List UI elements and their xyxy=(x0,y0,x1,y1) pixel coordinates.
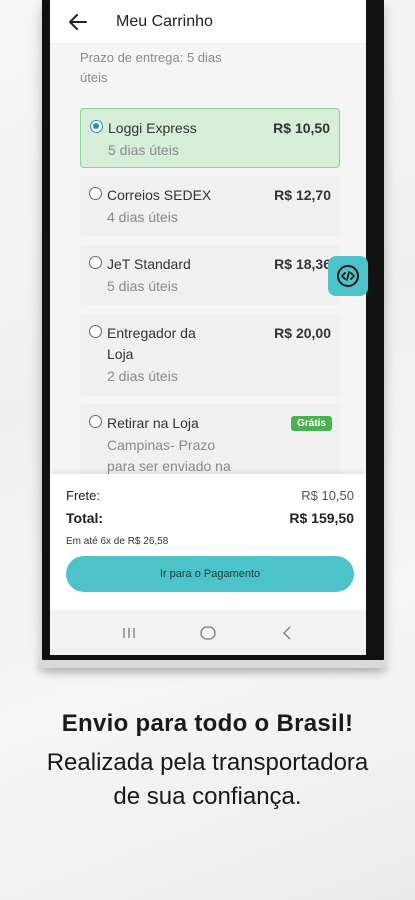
installments-text: Em até 6x de R$ 26,58 xyxy=(66,536,169,547)
option-delivery-time: 2 dias úteis xyxy=(107,368,178,384)
shipping-option-sedex[interactable]: Correios SEDEX 4 dias úteis R$ 12,70 xyxy=(80,176,340,236)
option-price: R$ 12,70 xyxy=(274,187,331,203)
back-arrow-icon[interactable] xyxy=(66,10,90,34)
total-row: Total: R$ 159,50 xyxy=(66,510,354,526)
shipping-option-jet[interactable]: JeT Standard 5 dias úteis R$ 18,36 xyxy=(80,245,340,305)
shipping-label: Frete: xyxy=(66,488,100,503)
android-nav-bar xyxy=(50,610,366,655)
radio-icon[interactable] xyxy=(89,256,102,269)
option-delivery-time: Campinas- Prazo para ser enviado na xyxy=(107,437,231,474)
option-name: Correios SEDEX xyxy=(107,187,212,203)
order-summary: Frete: R$ 10,50 Total: R$ 159,50 Em até … xyxy=(50,474,366,610)
radio-icon[interactable] xyxy=(89,325,102,338)
caption-line-2: de sua confiança. xyxy=(113,783,302,810)
option-price: R$ 10,50 xyxy=(273,120,330,136)
radio-selected-icon[interactable] xyxy=(90,120,103,133)
caption-title: Envio para todo o Brasil! xyxy=(61,710,354,737)
shipping-option-loggi[interactable]: Loggi Express 5 dias úteis R$ 10,50 xyxy=(80,108,340,168)
shipping-value: R$ 10,50 xyxy=(301,488,354,503)
shipping-option-pickup[interactable]: Retirar na Loja Campinas- Prazo para ser… xyxy=(80,404,340,474)
phone-base xyxy=(38,660,386,668)
radio-icon[interactable] xyxy=(89,415,102,428)
option-delivery-time: 5 dias úteis xyxy=(107,278,178,294)
recent-apps-icon[interactable] xyxy=(117,621,141,645)
option-delivery-time: 4 dias úteis xyxy=(107,209,178,225)
shipping-options-list[interactable]: Prazo de entrega: 5 dias úteis Loggi Exp… xyxy=(50,44,366,474)
back-nav-icon[interactable] xyxy=(275,621,299,645)
shipping-cost-row: Frete: R$ 10,50 xyxy=(66,488,354,503)
total-label: Total: xyxy=(66,510,104,526)
delivery-note: Prazo de entrega: 5 dias úteis xyxy=(80,50,222,85)
shipping-option-store-courier[interactable]: Entregador da Loja 2 dias úteis R$ 20,00 xyxy=(80,314,340,396)
radio-icon[interactable] xyxy=(89,187,102,200)
option-price: R$ 18,36 xyxy=(274,256,331,272)
go-to-payment-button[interactable]: Ir para o Pagamento xyxy=(66,556,354,592)
option-price: R$ 20,00 xyxy=(274,325,331,341)
caption-line-1: Realizada pela transportadora xyxy=(46,749,369,776)
option-name: Loggi Express xyxy=(108,120,197,136)
home-icon[interactable] xyxy=(196,621,220,645)
free-badge: Grátis xyxy=(291,416,332,431)
option-name: JeT Standard xyxy=(107,256,191,272)
app-header: Meu Carrinho xyxy=(50,0,366,44)
option-name: Entregador da Loja xyxy=(107,325,196,362)
option-delivery-time: 5 dias úteis xyxy=(108,142,179,158)
code-icon[interactable] xyxy=(328,256,368,296)
total-value: R$ 159,50 xyxy=(289,510,354,526)
app-screen: Meu Carrinho Prazo de entrega: 5 dias út… xyxy=(50,0,366,655)
option-name: Retirar na Loja xyxy=(107,415,199,431)
page-title: Meu Carrinho xyxy=(116,12,213,30)
